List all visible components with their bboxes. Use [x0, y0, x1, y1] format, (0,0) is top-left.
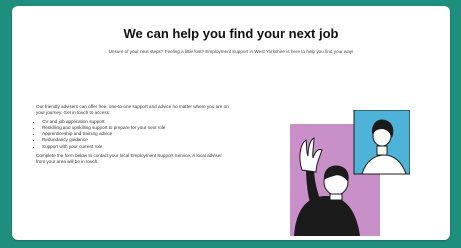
intro-section: Our friendly advisers can offer free, on… — [36, 104, 266, 166]
page-title: We can help you find your next job — [123, 26, 339, 41]
service-item: Support with your current role — [42, 144, 266, 150]
intro-text-line-2: your journey. Get in touch to access: — [36, 110, 111, 116]
video-call-illustration — [290, 110, 410, 236]
page-subtitle: Unsure of your next steps? Feeling a lit… — [108, 49, 354, 54]
content-card: We can help you find your next job Unsur… — [12, 6, 450, 240]
services-list: CV and job application support Reskillin… — [36, 119, 266, 150]
outro-text-line-2: from your area will be in touch. — [36, 159, 99, 165]
